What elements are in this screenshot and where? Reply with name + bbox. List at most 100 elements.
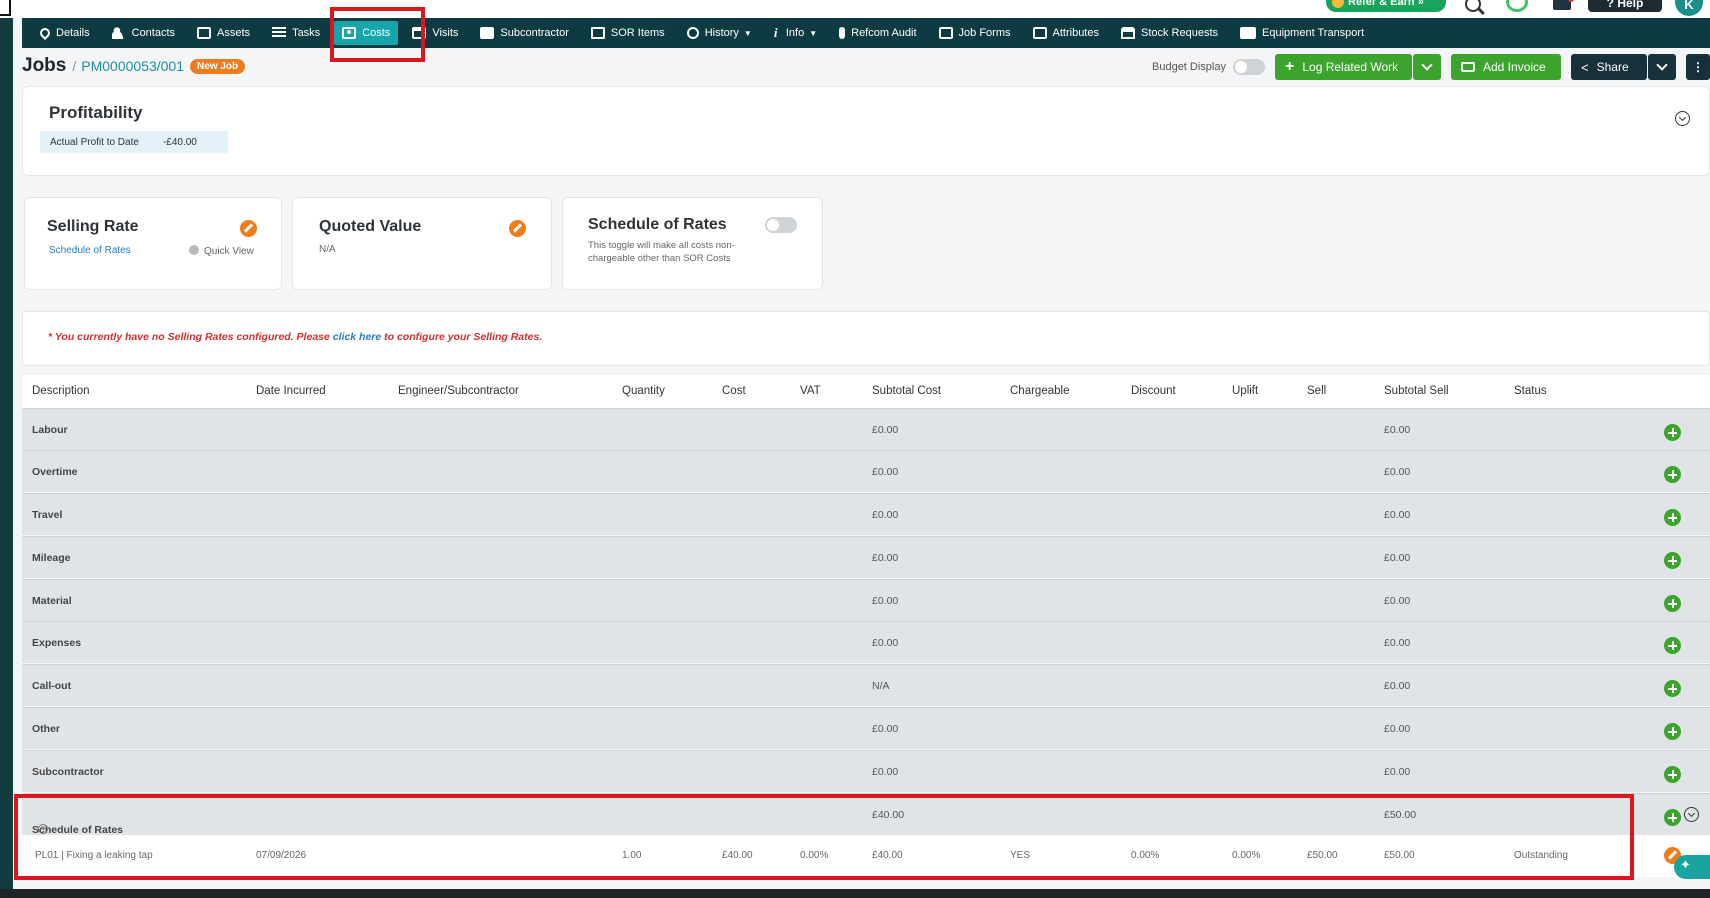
quoted-value-card: Quoted Value N/A (292, 197, 552, 290)
caret-down-icon: ▼ (809, 28, 818, 38)
group-subtotal-sell: £0.00 (1384, 595, 1411, 607)
col-uplift[interactable]: Uplift (1232, 385, 1258, 397)
share-dropdown[interactable] (1648, 54, 1676, 80)
tab-refcom-audit[interactable]: Refcom Audit (831, 21, 924, 45)
share-icon: < (1581, 59, 1589, 75)
col-chargeable[interactable]: Chargeable (1010, 385, 1069, 397)
refer-earn-button[interactable]: Refer & Earn » (1326, 0, 1446, 12)
tab-info[interactable]: i Info ▼ (766, 21, 825, 45)
item-description: PL01 | Fixing a leaking tap (35, 850, 153, 861)
log-related-work-dropdown[interactable] (1413, 54, 1441, 80)
tab-costs[interactable]: Costs (334, 21, 399, 45)
group-subtotal-cost: £0.00 (872, 552, 899, 564)
expand-chevron-icon[interactable] (1684, 807, 1699, 822)
tab-visits[interactable]: Visits (404, 21, 466, 45)
breadcrumb-jobs-link[interactable]: Jobs (22, 55, 66, 77)
share-button[interactable]: < Share (1571, 54, 1647, 80)
col-vat[interactable]: VAT (800, 385, 821, 397)
add-cost-button[interactable] (1664, 766, 1681, 783)
schedule-of-rates-link[interactable]: Schedule of Rates (49, 245, 131, 256)
tab-history[interactable]: History ▼ (679, 21, 760, 45)
tab-subcontractor[interactable]: Subcontractor (472, 21, 576, 45)
refer-icon (1332, 0, 1344, 8)
add-cost-button[interactable] (1664, 509, 1681, 526)
budget-display-toggle[interactable] (1233, 59, 1265, 75)
add-cost-button[interactable] (1664, 595, 1681, 612)
tab-details[interactable]: Details (32, 21, 98, 45)
quoted-value-title: Quoted Value (319, 218, 422, 235)
edit-pencil-icon[interactable] (509, 220, 526, 237)
tab-stock-requests[interactable]: Stock Requests (1113, 21, 1226, 45)
status-badge: New Job (190, 58, 246, 74)
quick-view-toggle[interactable]: Quick View (189, 245, 254, 257)
item-status: Outstanding (1514, 850, 1568, 861)
col-date-incurred[interactable]: Date Incurred (256, 385, 326, 397)
schedule-of-rates-card: Schedule of Rates This toggle will make … (562, 197, 823, 290)
add-cost-button[interactable] (1664, 809, 1681, 826)
info-icon: i (773, 25, 778, 40)
help-question-icon[interactable]: ? (38, 824, 48, 834)
add-cost-button[interactable] (1664, 424, 1681, 441)
group-subtotal-cost: £0.00 (872, 723, 899, 735)
search-icon[interactable] (1465, 0, 1481, 12)
breadcrumb-job-number[interactable]: PM0000053/001 (81, 58, 184, 74)
tab-attributes[interactable]: Attributes (1025, 21, 1107, 45)
selling-rate-title: Selling Rate (47, 218, 139, 235)
group-name: Mileage (32, 552, 71, 564)
add-cost-button[interactable] (1664, 637, 1681, 654)
money-icon (342, 27, 357, 39)
configure-selling-rates-link[interactable]: click here (333, 331, 381, 343)
col-sell[interactable]: Sell (1307, 385, 1326, 397)
tab-equipment-transport[interactable]: Equipment Transport (1232, 21, 1372, 45)
cost-group-row: Other £0.00 £0.00 (22, 707, 1710, 749)
budget-display-label: Budget Display (1152, 61, 1226, 73)
col-discount[interactable]: Discount (1131, 385, 1176, 397)
ai-assistant-button[interactable] (1674, 855, 1710, 879)
log-related-work-button[interactable]: + Log Related Work (1275, 54, 1412, 80)
selling-rate-card: Selling Rate Schedule of Rates Quick Vie… (24, 197, 282, 290)
notification-bell-icon[interactable] (1553, 0, 1574, 10)
people-icon (111, 27, 126, 39)
col-cost[interactable]: Cost (722, 385, 746, 397)
tab-contacts[interactable]: Contacts (104, 21, 183, 45)
sor-only-toggle[interactable] (765, 217, 797, 233)
cost-group-row-schedule-of-rates: Schedule of Rates? £40.00 £50.00 (22, 793, 1710, 836)
collapse-chevron-icon[interactable] (1675, 111, 1690, 126)
cost-group-row: Subcontractor £0.00 £0.00 (22, 750, 1710, 792)
help-button[interactable]: ? Help (1588, 0, 1662, 12)
id-card-icon (480, 27, 495, 39)
edit-pencil-icon[interactable] (240, 220, 257, 237)
col-subtotal-sell[interactable]: Subtotal Sell (1384, 385, 1449, 397)
breadcrumb: Jobs / PM0000053/001 New Job (22, 55, 246, 77)
col-description[interactable]: Description (32, 385, 90, 397)
col-status[interactable]: Status (1514, 385, 1547, 397)
box-icon (197, 27, 212, 39)
add-cost-button[interactable] (1664, 680, 1681, 697)
more-options-button[interactable]: ⋮ (1686, 54, 1710, 80)
chevron-down-icon (1421, 59, 1433, 71)
sor-item-row[interactable]: PL01 | Fixing a leaking tap 07/09/2026 1… (22, 835, 1710, 877)
group-subtotal-sell: £0.00 (1384, 424, 1411, 436)
col-quantity[interactable]: Quantity (622, 385, 665, 397)
add-cost-button[interactable] (1664, 723, 1681, 740)
tab-job-forms[interactable]: Job Forms (931, 21, 1019, 45)
add-invoice-button[interactable]: Add Invoice (1451, 54, 1561, 80)
profitability-card: Profitability Actual Profit to Date -£40.… (22, 86, 1710, 176)
group-name: Labour (32, 424, 68, 436)
group-name: Expenses (32, 637, 82, 649)
group-name: Travel (32, 509, 63, 521)
tab-assets[interactable]: Assets (189, 21, 258, 45)
col-subtotal-cost[interactable]: Subtotal Cost (872, 385, 941, 397)
form-icon (938, 27, 953, 39)
add-cost-button[interactable] (1664, 552, 1681, 569)
quick-view-label: Quick View (204, 246, 254, 257)
list-icon (272, 27, 287, 39)
tab-label: Equipment Transport (1262, 27, 1365, 39)
book-icon (590, 27, 605, 39)
tab-sor-items[interactable]: SOR Items (583, 21, 673, 45)
tab-tasks[interactable]: Tasks (264, 21, 328, 45)
col-engineer[interactable]: Engineer/Subcontractor (398, 385, 519, 397)
group-subtotal-sell: £0.00 (1384, 637, 1411, 649)
add-cost-button[interactable] (1664, 466, 1681, 483)
group-subtotal-cost: £0.00 (872, 637, 899, 649)
